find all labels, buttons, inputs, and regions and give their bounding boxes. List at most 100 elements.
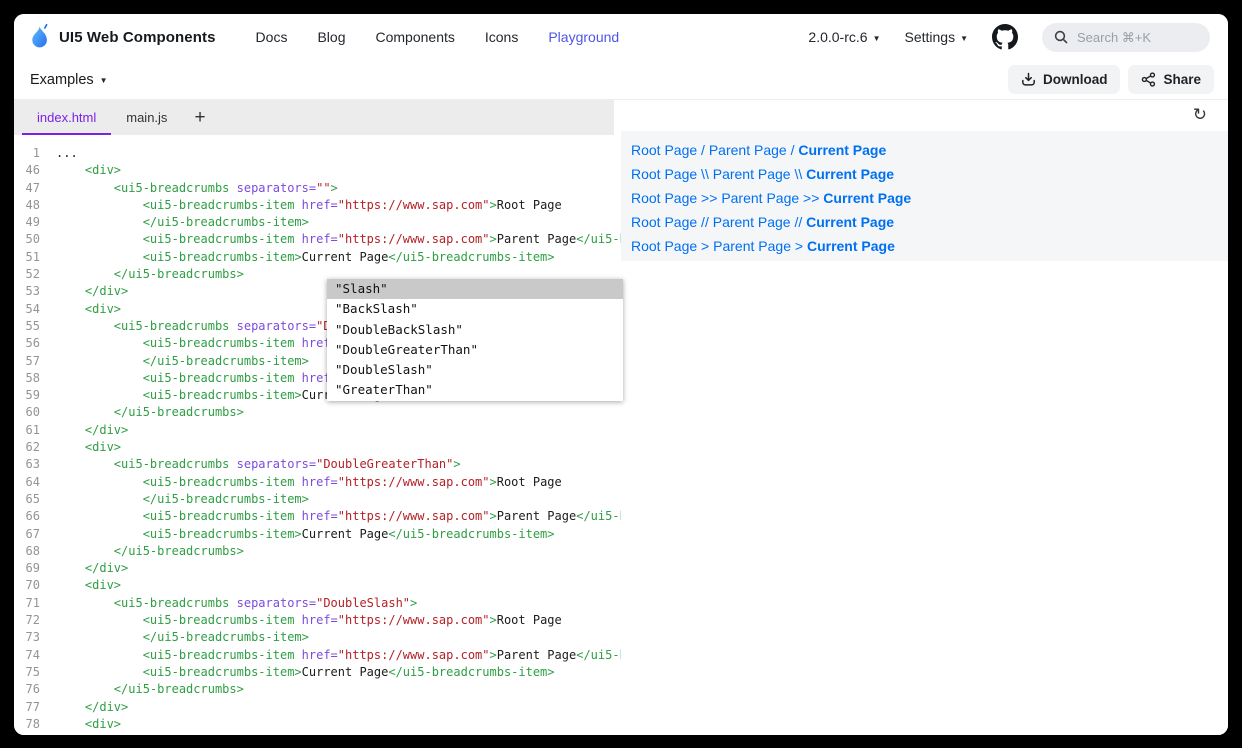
- line-content: <ui5-breadcrumbs-item>Current Page</ui5-…: [40, 664, 555, 681]
- line-content: <div>: [40, 301, 121, 318]
- line-number: 52: [14, 266, 40, 283]
- line-content: </div>: [40, 699, 128, 716]
- code-line: 48 <ui5-breadcrumbs-item href="https://w…: [14, 197, 621, 214]
- line-number: 57: [14, 353, 40, 370]
- brand-link[interactable]: UI5 Web Components: [28, 23, 216, 51]
- navbar-right: 2.0.0-rc.6 ▼ Settings ▼: [808, 23, 1210, 52]
- line-content: <ui5-breadcrumbs-item href="https://www.…: [40, 197, 562, 214]
- line-content: </ui5-breadcrumbs>: [40, 266, 244, 283]
- autocomplete-item[interactable]: "Slash": [327, 279, 623, 299]
- breadcrumb-link[interactable]: Parent Page: [709, 142, 787, 158]
- brand-title: UI5 Web Components: [59, 29, 216, 46]
- line-content: <ui5-breadcrumbs-item href="https://www.…: [40, 474, 562, 491]
- share-button[interactable]: Share: [1128, 65, 1214, 94]
- examples-dropdown[interactable]: Examples ▼: [30, 72, 108, 88]
- line-number: 62: [14, 439, 40, 456]
- tab-index-html[interactable]: index.html: [22, 100, 111, 135]
- line-content: </ui5-breadcrumbs-item>: [40, 214, 309, 231]
- line-number: 48: [14, 197, 40, 214]
- autocomplete-item[interactable]: "DoubleSlash": [327, 360, 623, 380]
- breadcrumb-link[interactable]: Root Page: [631, 190, 697, 206]
- line-content: </div>: [40, 422, 128, 439]
- version-dropdown[interactable]: 2.0.0-rc.6 ▼: [808, 29, 880, 45]
- nav-link-icons[interactable]: Icons: [485, 29, 518, 45]
- main-split: index.htmlmain.js + 1...46 <div>47 <ui5-…: [14, 100, 1228, 735]
- preview-pane: ↻ Root Page / Parent Page / Current Page…: [621, 100, 1228, 735]
- line-content: <ui5-breadcrumbs-item>Current Page</ui5-…: [40, 526, 555, 543]
- nav-link-blog[interactable]: Blog: [317, 29, 345, 45]
- add-tab-button[interactable]: +: [182, 100, 217, 135]
- code-line: 65 </ui5-breadcrumbs-item>: [14, 491, 621, 508]
- breadcrumb-link[interactable]: Parent Page: [713, 238, 791, 254]
- chevron-down-icon: ▼: [960, 34, 968, 43]
- line-content: </ui5-breadcrumbs>: [40, 543, 244, 560]
- breadcrumb-separator: //: [697, 214, 713, 230]
- line-number: 78: [14, 716, 40, 733]
- line-number: 69: [14, 560, 40, 577]
- app-window: UI5 Web Components Docs Blog Components Ico…: [14, 14, 1228, 735]
- line-content: </ui5-breadcrumbs>: [40, 404, 244, 421]
- ui5-flame-logo-icon: [28, 23, 51, 51]
- line-content: </ui5-breadcrumbs-item>: [40, 491, 309, 508]
- breadcrumb-link[interactable]: Root Page: [631, 142, 697, 158]
- breadcrumb-separator: >>: [697, 190, 721, 206]
- search-input[interactable]: [1075, 29, 1199, 46]
- line-content: <div>: [40, 439, 121, 456]
- breadcrumb-link[interactable]: Root Page: [631, 166, 697, 182]
- autocomplete-item[interactable]: "BackSlash": [327, 299, 623, 319]
- refresh-icon[interactable]: ↻: [1193, 105, 1207, 125]
- line-number: 49: [14, 214, 40, 231]
- search-box[interactable]: [1042, 23, 1210, 52]
- code-line: 77 </div>: [14, 699, 621, 716]
- line-number: 76: [14, 681, 40, 698]
- code-line: 47 <ui5-breadcrumbs separators="">: [14, 180, 621, 197]
- github-icon[interactable]: [992, 24, 1018, 50]
- nav-link-playground[interactable]: Playground: [548, 29, 619, 45]
- breadcrumb-link[interactable]: Parent Page: [713, 166, 791, 182]
- line-number: 55: [14, 318, 40, 335]
- settings-dropdown[interactable]: Settings ▼: [904, 29, 968, 45]
- autocomplete-item[interactable]: "GreaterThan": [327, 380, 623, 400]
- download-button[interactable]: Download: [1008, 65, 1121, 94]
- line-content: <ui5-breadcrumbs separators="DoubleSlash…: [40, 595, 417, 612]
- breadcrumb-current: Current Page: [823, 190, 911, 206]
- line-number: 60: [14, 404, 40, 421]
- breadcrumb-link[interactable]: Root Page: [631, 214, 697, 230]
- line-number: 53: [14, 283, 40, 300]
- code-editor[interactable]: 1...46 <div>47 <ui5-breadcrumbs separato…: [14, 135, 621, 735]
- line-content: <ui5-breadcrumbs-item href="https://www.…: [40, 231, 621, 248]
- examples-toolbar: Examples ▼ Download Share: [14, 60, 1228, 100]
- tab-main-js[interactable]: main.js: [111, 100, 182, 135]
- line-number: 67: [14, 526, 40, 543]
- line-content: </ui5-breadcrumbs-item>: [40, 629, 309, 646]
- line-number: 68: [14, 543, 40, 560]
- breadcrumb-link[interactable]: Parent Page: [713, 214, 791, 230]
- code-line: 68 </ui5-breadcrumbs>: [14, 543, 621, 560]
- line-content: <div>: [40, 716, 121, 733]
- breadcrumb-link[interactable]: Parent Page: [721, 190, 799, 206]
- breadcrumb-separator: \\: [791, 166, 807, 182]
- code-line: 74 <ui5-breadcrumbs-item href="https://w…: [14, 647, 621, 664]
- share-icon: [1141, 72, 1156, 87]
- line-content: </div>: [40, 283, 128, 300]
- breadcrumb-link[interactable]: Root Page: [631, 238, 697, 254]
- search-icon: [1054, 30, 1068, 44]
- breadcrumb-row: Root Page // Parent Page // Current Page: [631, 210, 1228, 234]
- code-line: 60 </ui5-breadcrumbs>: [14, 404, 621, 421]
- preview-empty-area: [621, 261, 1228, 735]
- line-number: 74: [14, 647, 40, 664]
- code-line: 69 </div>: [14, 560, 621, 577]
- top-navbar: UI5 Web Components Docs Blog Components Ico…: [14, 14, 1228, 60]
- nav-link-components[interactable]: Components: [375, 29, 454, 45]
- line-content: ...: [40, 145, 78, 162]
- breadcrumb-row: Root Page > Parent Page > Current Page: [631, 234, 1228, 258]
- code-line: 66 <ui5-breadcrumbs-item href="https://w…: [14, 508, 621, 525]
- breadcrumb-separator: >>: [799, 190, 823, 206]
- editor-tabbar: index.htmlmain.js +: [14, 100, 614, 135]
- breadcrumb-current: Current Page: [798, 142, 886, 158]
- autocomplete-item[interactable]: "DoubleBackSlash": [327, 320, 623, 340]
- nav-link-docs[interactable]: Docs: [256, 29, 288, 45]
- line-number: 51: [14, 249, 40, 266]
- autocomplete-item[interactable]: "DoubleGreaterThan": [327, 340, 623, 360]
- line-number: 70: [14, 577, 40, 594]
